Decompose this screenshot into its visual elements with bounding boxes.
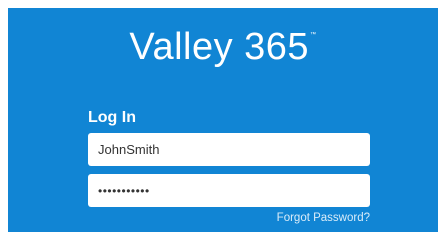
login-heading: Log In [88, 109, 136, 126]
trademark-mark: ™ [310, 32, 317, 38]
brand-logo: Valley 365™ [8, 26, 438, 69]
login-panel: Valley 365™ Log In JohnSmith •••••••••••… [8, 8, 438, 232]
brand-name: Valley 365 [129, 26, 310, 68]
password-field[interactable]: ••••••••••• [88, 174, 370, 207]
username-value: JohnSmith [98, 142, 160, 157]
password-value: ••••••••••• [98, 183, 150, 198]
username-field[interactable]: JohnSmith [88, 133, 370, 166]
forgot-password-link[interactable]: Forgot Password? [277, 212, 370, 224]
